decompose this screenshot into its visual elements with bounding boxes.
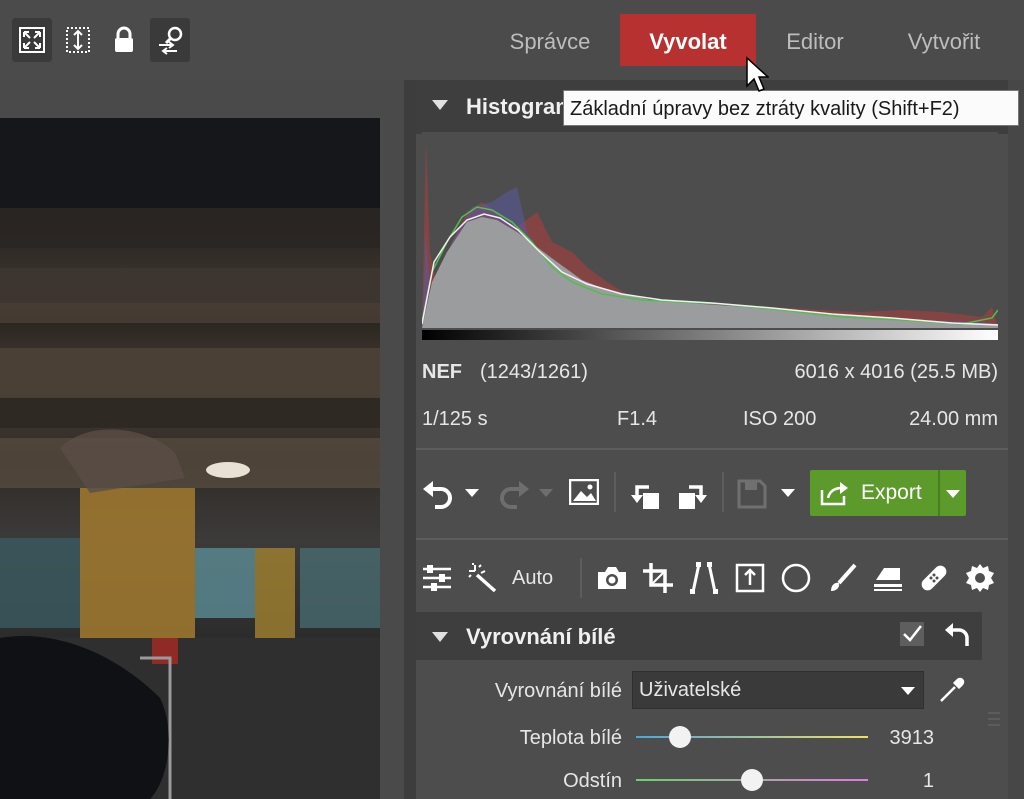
- file-index: (1243/1261): [480, 361, 588, 383]
- lock-icon[interactable]: [104, 18, 144, 62]
- fullscreen-icon[interactable]: [12, 18, 52, 62]
- auto-button[interactable]: Auto: [512, 567, 553, 590]
- wb-tint-knob[interactable]: [741, 769, 763, 791]
- file-dimensions: 6016 x 4016 (25.5 MB): [794, 361, 998, 383]
- camera-icon[interactable]: [594, 560, 630, 596]
- top-toolbar: Správce Vyvolat Editor Vytvořit: [0, 0, 1024, 80]
- wb-mode-select[interactable]: Uživatelské: [632, 671, 924, 709]
- enable-checkbox-icon[interactable]: [898, 620, 926, 648]
- undo-history-chevron-icon[interactable]: [462, 482, 482, 502]
- redo-icon[interactable]: [494, 474, 534, 514]
- brush-icon[interactable]: [824, 560, 860, 596]
- wb-tint-value[interactable]: 1: [923, 770, 934, 793]
- exif-focal: 24.00 mm: [909, 408, 998, 430]
- section-scroll-grip-icon[interactable]: [988, 710, 1000, 730]
- photo-image: [0, 118, 380, 799]
- wb-temperature-value[interactable]: 3913: [890, 727, 935, 750]
- fit-height-icon[interactable]: [58, 18, 98, 62]
- eyedropper-icon[interactable]: [934, 672, 970, 708]
- panel-scrollbar-track[interactable]: [1008, 80, 1024, 799]
- settings-gear-icon[interactable]: [962, 560, 998, 596]
- gradient-filter-icon[interactable]: [870, 560, 906, 596]
- tab-vytvorit[interactable]: Vytvořit: [884, 14, 1004, 66]
- divider: [614, 472, 616, 512]
- zoom-swap-icon[interactable]: [150, 18, 190, 62]
- image-preview-icon[interactable]: [566, 474, 602, 510]
- tab-editor[interactable]: Editor: [766, 14, 864, 66]
- perspective-icon[interactable]: [684, 560, 724, 596]
- exif-aperture: F1.4: [617, 408, 658, 430]
- fit-icon[interactable]: [0, 18, 8, 62]
- exif-iso: ISO 200: [743, 408, 817, 430]
- export-split-divider: [938, 470, 940, 516]
- histogram-title: Histogram: [466, 94, 575, 119]
- crop-icon[interactable]: [640, 560, 676, 596]
- tooltip: Základní úpravy bez ztráty kvality (Shif…: [563, 90, 1019, 126]
- rotate-right-icon[interactable]: [674, 474, 710, 514]
- histogram-graph: [421, 132, 999, 342]
- white-balance-title: Vyrovnání bílé: [466, 624, 616, 649]
- collapse-white-balance-icon[interactable]: [432, 632, 448, 642]
- wb-mode-label: Vyrovnání bílé: [494, 680, 622, 702]
- divider: [416, 448, 1008, 450]
- collapse-histogram-icon[interactable]: [432, 100, 448, 110]
- divider: [416, 538, 1008, 540]
- mouse-cursor-icon: [744, 54, 770, 96]
- adjustments-icon[interactable]: [418, 560, 456, 596]
- divider: [722, 472, 724, 512]
- photo-viewer[interactable]: [0, 80, 404, 799]
- wb-temperature-knob[interactable]: [669, 726, 692, 748]
- tab-spravce[interactable]: Správce: [494, 14, 606, 66]
- rotate-left-icon[interactable]: [628, 474, 664, 514]
- retouch-bandage-icon[interactable]: [914, 560, 954, 596]
- canvas-size-icon[interactable]: [732, 560, 768, 596]
- share-icon: [818, 478, 852, 508]
- export-label: Export: [861, 481, 922, 504]
- panel-divider[interactable]: [404, 80, 416, 799]
- circle-filter-icon[interactable]: [778, 560, 814, 596]
- save-options-chevron-icon[interactable]: [778, 482, 798, 502]
- redo-history-chevron-icon[interactable]: [536, 482, 556, 502]
- exif-shutter: 1/125 s: [422, 408, 488, 430]
- magic-wand-icon[interactable]: [464, 560, 500, 596]
- reset-section-icon[interactable]: [940, 618, 974, 650]
- wb-temperature-label: Teplota bílé: [519, 727, 622, 749]
- wb-tint-label: Odstín: [563, 770, 622, 792]
- export-button[interactable]: Export: [810, 470, 966, 516]
- chevron-down-icon: [899, 685, 917, 697]
- file-format: NEF: [422, 361, 462, 383]
- save-icon[interactable]: [734, 474, 770, 514]
- undo-icon[interactable]: [418, 474, 458, 514]
- wb-mode-value: Uživatelské: [639, 679, 742, 701]
- tab-vyvolat[interactable]: Vyvolat: [620, 14, 756, 66]
- export-options-chevron-icon[interactable]: [942, 484, 964, 502]
- divider: [580, 558, 582, 598]
